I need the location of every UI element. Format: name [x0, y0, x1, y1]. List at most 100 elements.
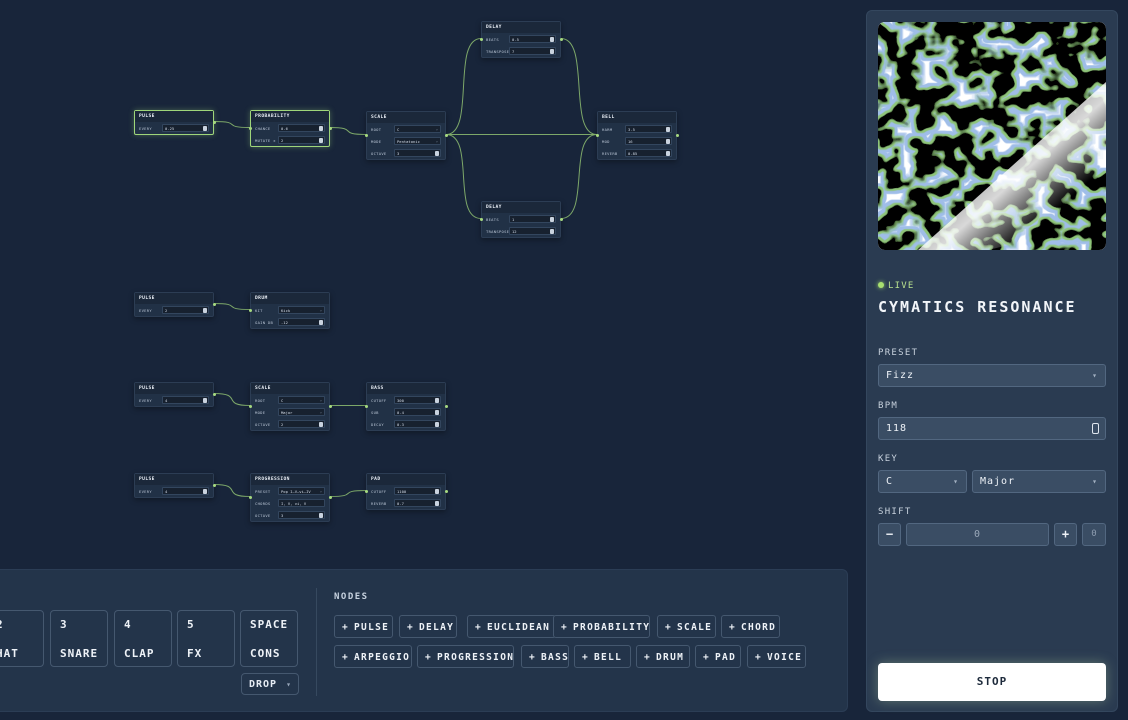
stepper-icon[interactable] [203, 308, 207, 313]
stepper-icon[interactable] [666, 139, 670, 144]
node-probability[interactable]: PROBABILITY CHANCE 0.6 MUTATE ± 2 [249, 110, 332, 147]
drop-select[interactable]: DROP ▾ [241, 673, 299, 695]
input-port[interactable] [596, 134, 599, 137]
input-port[interactable] [249, 309, 252, 312]
stepper-icon[interactable] [203, 126, 207, 131]
param-input[interactable]: 3 [394, 149, 441, 157]
stepper-icon[interactable] [319, 138, 323, 143]
node-pad[interactable]: PAD CUTOFF 1100 REVERB 0.7 [365, 473, 448, 510]
output-port[interactable] [213, 484, 216, 487]
input-port[interactable] [365, 490, 368, 493]
output-port[interactable] [445, 405, 448, 408]
param-select[interactable]: C ⌄ [278, 396, 325, 404]
param-input[interactable]: 0.5 [509, 35, 556, 43]
param-select[interactable]: C ⌄ [394, 125, 441, 133]
param-input[interactable]: 1100 [394, 487, 441, 495]
stepper-icon[interactable] [319, 422, 323, 427]
shift-minus-button[interactable]: − [878, 523, 901, 546]
param-input[interactable]: 2 [162, 306, 209, 314]
output-port[interactable] [445, 134, 448, 137]
input-port[interactable] [365, 134, 368, 137]
shift-input[interactable]: 0 [906, 523, 1049, 546]
node-progression[interactable]: PROGRESSION PRESET Pop I–V–vi–IV ⌄ CHORDS I, … [249, 473, 332, 522]
sound-pad-hat[interactable]: 2 HAT [0, 610, 44, 667]
sound-pad-snare[interactable]: 3 SNARE [50, 610, 108, 667]
stepper-icon[interactable] [666, 151, 670, 156]
preset-select[interactable]: Fizz ▾ [878, 364, 1106, 387]
output-port[interactable] [329, 496, 332, 499]
node-pulse[interactable]: PULSE EVERY 4 [134, 382, 216, 407]
stepper-icon[interactable] [319, 126, 323, 131]
node-drum[interactable]: DRUM KIT Kick ⌄ GAIN DB -12 [249, 292, 330, 329]
sound-pad-clap[interactable]: 4 CLAP [114, 610, 172, 667]
param-input[interactable]: 12 [509, 227, 556, 235]
param-input[interactable]: 0.25 [162, 124, 209, 132]
param-input[interactable]: 0.85 [625, 149, 672, 157]
add-pad-button[interactable]: + PAD [695, 645, 741, 668]
stepper-icon[interactable] [435, 489, 439, 494]
output-port[interactable] [329, 405, 332, 408]
output-port[interactable] [213, 393, 216, 396]
param-input[interactable]: 3 [278, 511, 325, 519]
stepper-icon[interactable] [666, 127, 670, 132]
output-port[interactable] [445, 490, 448, 493]
stepper-icon[interactable] [550, 217, 554, 222]
param-input[interactable]: -12 [278, 318, 325, 326]
node-pulse[interactable]: PULSE EVERY 0.25 [134, 110, 216, 135]
sound-pad-cons[interactable]: SPACE CONS [240, 610, 298, 667]
input-port[interactable] [480, 38, 483, 41]
add-arpeggio-button[interactable]: + ARPEGGIO [334, 645, 412, 668]
output-port[interactable] [329, 127, 332, 130]
add-voice-button[interactable]: + VOICE [747, 645, 806, 668]
key-root-select[interactable]: C ▾ [878, 470, 967, 493]
param-select[interactable]: Kick ⌄ [278, 306, 325, 314]
stepper-icon[interactable] [1092, 423, 1099, 434]
stepper-icon[interactable] [203, 398, 207, 403]
param-input[interactable]: 0.4 [394, 408, 441, 416]
output-port[interactable] [560, 218, 563, 221]
param-input[interactable]: 1 [509, 215, 556, 223]
add-bass-button[interactable]: + BASS [521, 645, 569, 668]
param-input[interactable]: 2 [278, 136, 325, 144]
stepper-icon[interactable] [435, 151, 439, 156]
param-input[interactable]: 3.5 [625, 125, 672, 133]
stepper-icon[interactable] [435, 398, 439, 403]
param-input[interactable]: 7 [509, 47, 556, 55]
add-probability-button[interactable]: + PROBABILITY [553, 615, 650, 638]
param-input[interactable]: 0.3 [394, 420, 441, 428]
add-drum-button[interactable]: + DRUM [636, 645, 690, 668]
param-input[interactable]: 0.6 [278, 124, 325, 132]
output-port[interactable] [676, 134, 679, 137]
stepper-icon[interactable] [319, 320, 323, 325]
key-mode-select[interactable]: Major ▾ [972, 470, 1106, 493]
sound-pad-fx[interactable]: 5 FX [177, 610, 235, 667]
stepper-icon[interactable] [435, 422, 439, 427]
add-pulse-button[interactable]: + PULSE [334, 615, 393, 638]
input-port[interactable] [249, 127, 252, 130]
input-port[interactable] [249, 496, 252, 499]
stepper-icon[interactable] [435, 410, 439, 415]
stepper-icon[interactable] [203, 489, 207, 494]
stepper-icon[interactable] [550, 49, 554, 54]
param-input[interactable]: I, V, vi, V [278, 499, 325, 507]
param-input[interactable]: 300 [394, 396, 441, 404]
add-chord-button[interactable]: + CHORD [721, 615, 780, 638]
node-pulse[interactable]: PULSE EVERY 4 [134, 473, 216, 498]
input-port[interactable] [249, 405, 252, 408]
add-euclidean-button[interactable]: + EUCLIDEAN [467, 615, 556, 638]
node-delay[interactable]: DELAY BEATS 0.5 TRANSPOSE 7 [480, 21, 563, 58]
input-port[interactable] [365, 405, 368, 408]
node-pulse[interactable]: PULSE EVERY 2 [134, 292, 216, 317]
param-input[interactable]: 2 [278, 420, 325, 428]
param-select[interactable]: Major ⌄ [278, 408, 325, 416]
add-progression-button[interactable]: + PROGRESSION [417, 645, 514, 668]
param-input[interactable]: 16 [625, 137, 672, 145]
add-delay-button[interactable]: + DELAY [399, 615, 457, 638]
param-input[interactable]: 4 [162, 396, 209, 404]
node-bell[interactable]: BELL HARM 3.5 MOD 16 REVERB 0.85 [596, 111, 679, 160]
input-port[interactable] [480, 218, 483, 221]
output-port[interactable] [213, 121, 216, 124]
output-port[interactable] [560, 38, 563, 41]
param-input[interactable]: 0.7 [394, 499, 441, 507]
output-port[interactable] [213, 303, 216, 306]
